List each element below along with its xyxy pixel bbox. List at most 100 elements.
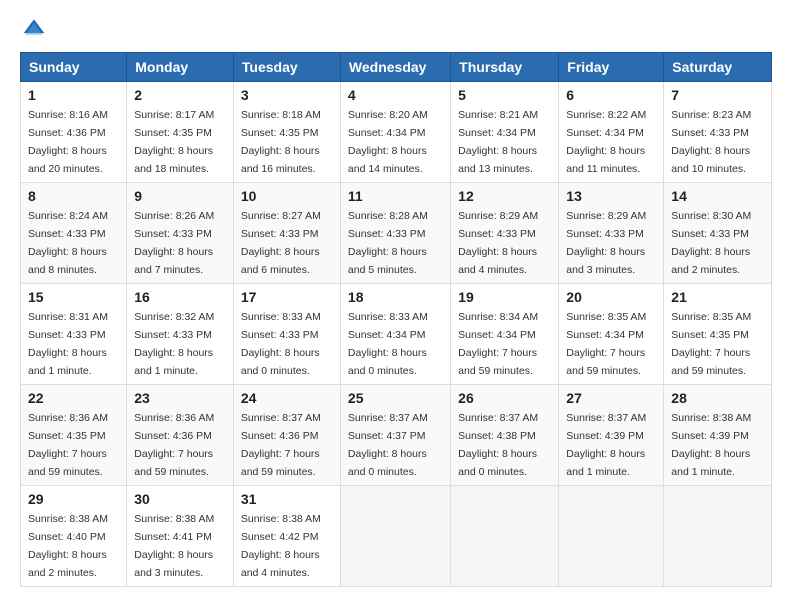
day-number: 5 bbox=[458, 87, 551, 103]
day-number: 15 bbox=[28, 289, 119, 305]
day-info: Sunrise: 8:37 AMSunset: 4:38 PMDaylight:… bbox=[458, 412, 538, 478]
calendar-table: SundayMondayTuesdayWednesdayThursdayFrid… bbox=[20, 52, 772, 587]
page-container: SundayMondayTuesdayWednesdayThursdayFrid… bbox=[0, 0, 792, 603]
day-number: 11 bbox=[348, 188, 443, 204]
calendar-day-cell: 14 Sunrise: 8:30 AMSunset: 4:33 PMDaylig… bbox=[664, 183, 772, 284]
calendar-day-cell: 24 Sunrise: 8:37 AMSunset: 4:36 PMDaylig… bbox=[233, 385, 340, 486]
day-info: Sunrise: 8:22 AMSunset: 4:34 PMDaylight:… bbox=[566, 109, 646, 175]
calendar-day-cell: 31 Sunrise: 8:38 AMSunset: 4:42 PMDaylig… bbox=[233, 486, 340, 587]
day-info: Sunrise: 8:33 AMSunset: 4:34 PMDaylight:… bbox=[348, 311, 428, 377]
calendar-day-cell: 21 Sunrise: 8:35 AMSunset: 4:35 PMDaylig… bbox=[664, 284, 772, 385]
calendar-day-cell: 19 Sunrise: 8:34 AMSunset: 4:34 PMDaylig… bbox=[451, 284, 559, 385]
day-number: 4 bbox=[348, 87, 443, 103]
day-info: Sunrise: 8:37 AMSunset: 4:36 PMDaylight:… bbox=[241, 412, 321, 478]
day-info: Sunrise: 8:17 AMSunset: 4:35 PMDaylight:… bbox=[134, 109, 214, 175]
day-info: Sunrise: 8:28 AMSunset: 4:33 PMDaylight:… bbox=[348, 210, 428, 276]
day-number: 29 bbox=[28, 491, 119, 507]
calendar-day-cell bbox=[340, 486, 450, 587]
day-info: Sunrise: 8:34 AMSunset: 4:34 PMDaylight:… bbox=[458, 311, 538, 377]
day-number: 26 bbox=[458, 390, 551, 406]
calendar-day-cell: 13 Sunrise: 8:29 AMSunset: 4:33 PMDaylig… bbox=[559, 183, 664, 284]
day-info: Sunrise: 8:23 AMSunset: 4:33 PMDaylight:… bbox=[671, 109, 751, 175]
calendar-week-row: 22 Sunrise: 8:36 AMSunset: 4:35 PMDaylig… bbox=[21, 385, 772, 486]
calendar-day-cell: 20 Sunrise: 8:35 AMSunset: 4:34 PMDaylig… bbox=[559, 284, 664, 385]
day-info: Sunrise: 8:37 AMSunset: 4:37 PMDaylight:… bbox=[348, 412, 428, 478]
day-info: Sunrise: 8:32 AMSunset: 4:33 PMDaylight:… bbox=[134, 311, 214, 377]
calendar-week-row: 1 Sunrise: 8:16 AMSunset: 4:36 PMDayligh… bbox=[21, 82, 772, 183]
calendar-day-cell: 9 Sunrise: 8:26 AMSunset: 4:33 PMDayligh… bbox=[127, 183, 234, 284]
day-number: 3 bbox=[241, 87, 333, 103]
calendar-day-cell: 17 Sunrise: 8:33 AMSunset: 4:33 PMDaylig… bbox=[233, 284, 340, 385]
calendar-day-cell: 16 Sunrise: 8:32 AMSunset: 4:33 PMDaylig… bbox=[127, 284, 234, 385]
day-number: 7 bbox=[671, 87, 764, 103]
calendar-day-cell: 8 Sunrise: 8:24 AMSunset: 4:33 PMDayligh… bbox=[21, 183, 127, 284]
day-info: Sunrise: 8:35 AMSunset: 4:34 PMDaylight:… bbox=[566, 311, 646, 377]
day-info: Sunrise: 8:30 AMSunset: 4:33 PMDaylight:… bbox=[671, 210, 751, 276]
day-number: 8 bbox=[28, 188, 119, 204]
calendar-day-cell: 30 Sunrise: 8:38 AMSunset: 4:41 PMDaylig… bbox=[127, 486, 234, 587]
day-info: Sunrise: 8:36 AMSunset: 4:35 PMDaylight:… bbox=[28, 412, 108, 478]
day-info: Sunrise: 8:16 AMSunset: 4:36 PMDaylight:… bbox=[28, 109, 108, 175]
day-number: 24 bbox=[241, 390, 333, 406]
day-info: Sunrise: 8:36 AMSunset: 4:36 PMDaylight:… bbox=[134, 412, 214, 478]
calendar-day-cell: 3 Sunrise: 8:18 AMSunset: 4:35 PMDayligh… bbox=[233, 82, 340, 183]
calendar-day-header: Wednesday bbox=[340, 53, 450, 82]
day-number: 1 bbox=[28, 87, 119, 103]
day-number: 20 bbox=[566, 289, 656, 305]
calendar-day-cell: 6 Sunrise: 8:22 AMSunset: 4:34 PMDayligh… bbox=[559, 82, 664, 183]
logo-icon bbox=[22, 16, 46, 40]
page-header bbox=[20, 16, 772, 40]
day-info: Sunrise: 8:37 AMSunset: 4:39 PMDaylight:… bbox=[566, 412, 646, 478]
day-number: 30 bbox=[134, 491, 226, 507]
day-number: 6 bbox=[566, 87, 656, 103]
calendar-day-cell bbox=[664, 486, 772, 587]
calendar-day-header: Sunday bbox=[21, 53, 127, 82]
calendar-day-cell: 5 Sunrise: 8:21 AMSunset: 4:34 PMDayligh… bbox=[451, 82, 559, 183]
calendar-day-cell: 4 Sunrise: 8:20 AMSunset: 4:34 PMDayligh… bbox=[340, 82, 450, 183]
day-info: Sunrise: 8:20 AMSunset: 4:34 PMDaylight:… bbox=[348, 109, 428, 175]
calendar-day-header: Friday bbox=[559, 53, 664, 82]
calendar-day-cell: 7 Sunrise: 8:23 AMSunset: 4:33 PMDayligh… bbox=[664, 82, 772, 183]
calendar-day-cell: 28 Sunrise: 8:38 AMSunset: 4:39 PMDaylig… bbox=[664, 385, 772, 486]
day-number: 12 bbox=[458, 188, 551, 204]
day-number: 17 bbox=[241, 289, 333, 305]
calendar-day-cell: 25 Sunrise: 8:37 AMSunset: 4:37 PMDaylig… bbox=[340, 385, 450, 486]
day-info: Sunrise: 8:18 AMSunset: 4:35 PMDaylight:… bbox=[241, 109, 321, 175]
day-info: Sunrise: 8:38 AMSunset: 4:40 PMDaylight:… bbox=[28, 513, 108, 579]
calendar-day-cell: 15 Sunrise: 8:31 AMSunset: 4:33 PMDaylig… bbox=[21, 284, 127, 385]
calendar-day-cell bbox=[451, 486, 559, 587]
day-info: Sunrise: 8:38 AMSunset: 4:41 PMDaylight:… bbox=[134, 513, 214, 579]
day-number: 31 bbox=[241, 491, 333, 507]
day-number: 2 bbox=[134, 87, 226, 103]
calendar-day-cell: 12 Sunrise: 8:29 AMSunset: 4:33 PMDaylig… bbox=[451, 183, 559, 284]
calendar-week-row: 15 Sunrise: 8:31 AMSunset: 4:33 PMDaylig… bbox=[21, 284, 772, 385]
day-number: 14 bbox=[671, 188, 764, 204]
day-number: 16 bbox=[134, 289, 226, 305]
calendar-day-header: Monday bbox=[127, 53, 234, 82]
calendar-day-header: Thursday bbox=[451, 53, 559, 82]
day-number: 25 bbox=[348, 390, 443, 406]
day-info: Sunrise: 8:38 AMSunset: 4:39 PMDaylight:… bbox=[671, 412, 751, 478]
day-number: 19 bbox=[458, 289, 551, 305]
day-info: Sunrise: 8:24 AMSunset: 4:33 PMDaylight:… bbox=[28, 210, 108, 276]
day-info: Sunrise: 8:26 AMSunset: 4:33 PMDaylight:… bbox=[134, 210, 214, 276]
calendar-day-cell: 22 Sunrise: 8:36 AMSunset: 4:35 PMDaylig… bbox=[21, 385, 127, 486]
calendar-day-cell: 11 Sunrise: 8:28 AMSunset: 4:33 PMDaylig… bbox=[340, 183, 450, 284]
day-number: 9 bbox=[134, 188, 226, 204]
calendar-day-cell: 27 Sunrise: 8:37 AMSunset: 4:39 PMDaylig… bbox=[559, 385, 664, 486]
day-info: Sunrise: 8:27 AMSunset: 4:33 PMDaylight:… bbox=[241, 210, 321, 276]
day-number: 28 bbox=[671, 390, 764, 406]
calendar-day-cell: 2 Sunrise: 8:17 AMSunset: 4:35 PMDayligh… bbox=[127, 82, 234, 183]
day-info: Sunrise: 8:33 AMSunset: 4:33 PMDaylight:… bbox=[241, 311, 321, 377]
calendar-day-cell: 18 Sunrise: 8:33 AMSunset: 4:34 PMDaylig… bbox=[340, 284, 450, 385]
day-info: Sunrise: 8:35 AMSunset: 4:35 PMDaylight:… bbox=[671, 311, 751, 377]
calendar-day-header: Saturday bbox=[664, 53, 772, 82]
day-number: 21 bbox=[671, 289, 764, 305]
day-number: 27 bbox=[566, 390, 656, 406]
calendar-day-cell: 29 Sunrise: 8:38 AMSunset: 4:40 PMDaylig… bbox=[21, 486, 127, 587]
calendar-week-row: 29 Sunrise: 8:38 AMSunset: 4:40 PMDaylig… bbox=[21, 486, 772, 587]
day-number: 23 bbox=[134, 390, 226, 406]
calendar-day-cell bbox=[559, 486, 664, 587]
day-info: Sunrise: 8:29 AMSunset: 4:33 PMDaylight:… bbox=[458, 210, 538, 276]
day-info: Sunrise: 8:21 AMSunset: 4:34 PMDaylight:… bbox=[458, 109, 538, 175]
